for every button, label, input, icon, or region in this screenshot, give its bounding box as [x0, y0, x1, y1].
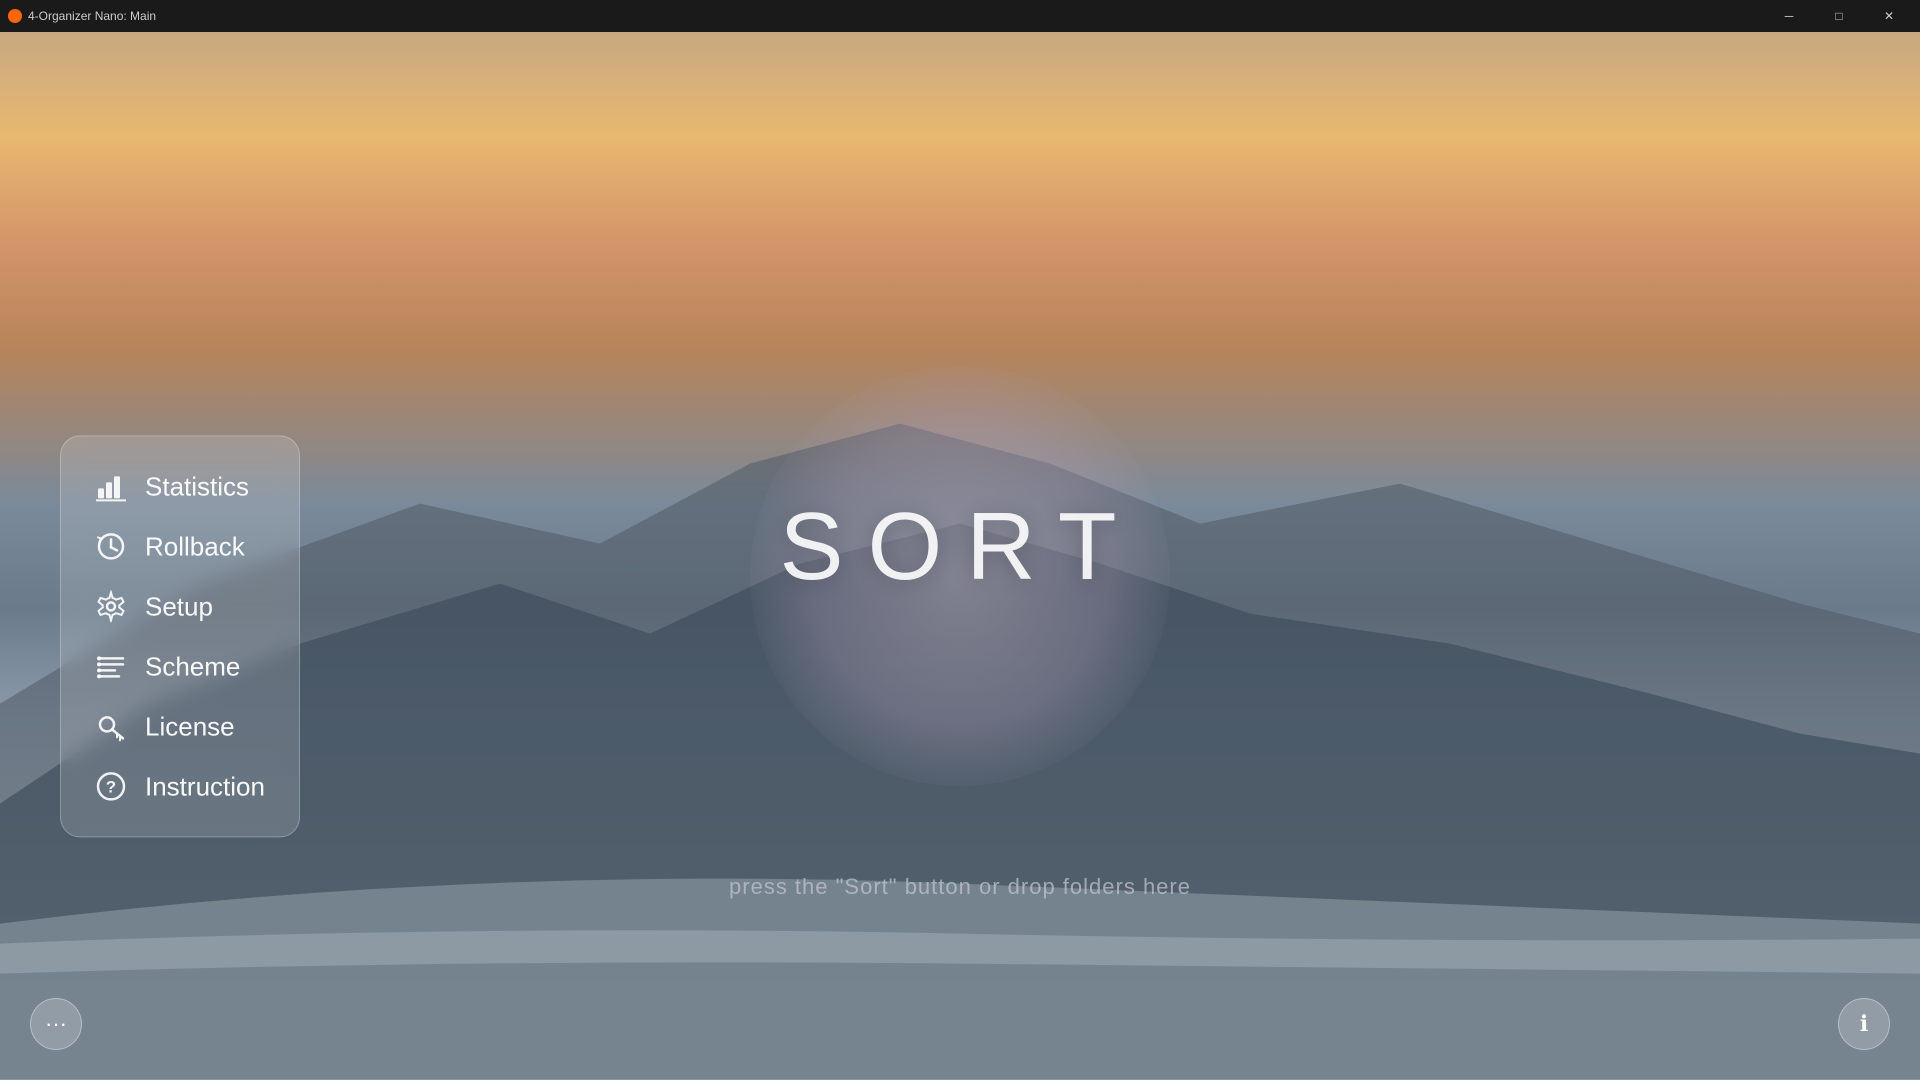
background: SORT press the "Sort" button or drop fol… [0, 32, 1920, 1080]
license-label: License [145, 711, 235, 742]
menu-panel: Statistics Rollback [60, 435, 300, 837]
sidebar-item-rollback[interactable]: Rollback [85, 516, 275, 576]
close-button[interactable]: ✕ [1866, 0, 1912, 32]
instruction-label: Instruction [145, 771, 265, 802]
titlebar-title: 4-Organizer Nano: Main [8, 9, 156, 23]
hint-text: press the "Sort" button or drop folders … [729, 874, 1191, 900]
sidebar-item-setup[interactable]: Setup [85, 576, 275, 636]
rollback-label: Rollback [145, 531, 245, 562]
list-icon [93, 648, 129, 684]
sort-label[interactable]: SORT [780, 492, 1141, 602]
titlebar-title-text: 4-Organizer Nano: Main [28, 9, 156, 23]
sidebar-item-license[interactable]: License [85, 696, 275, 756]
sidebar-item-instruction[interactable]: ? Instruction [85, 756, 275, 816]
info-button[interactable]: ℹ [1838, 998, 1890, 1050]
key-icon [93, 708, 129, 744]
scheme-label: Scheme [145, 651, 240, 682]
restore-button[interactable]: □ [1816, 0, 1862, 32]
clock-icon [93, 528, 129, 564]
info-icon: ℹ [1860, 1011, 1868, 1037]
more-button[interactable]: ··· [30, 998, 82, 1050]
app-icon [8, 9, 22, 23]
more-icon: ··· [45, 1011, 67, 1037]
help-icon: ? [93, 768, 129, 804]
bar-chart-icon [93, 468, 129, 504]
gear-icon [93, 588, 129, 624]
setup-label: Setup [145, 591, 213, 622]
minimize-button[interactable]: ─ [1766, 0, 1812, 32]
svg-text:?: ? [106, 777, 116, 796]
titlebar-controls: ─ □ ✕ [1766, 0, 1912, 32]
titlebar: 4-Organizer Nano: Main ─ □ ✕ [0, 0, 1920, 32]
sidebar-item-scheme[interactable]: Scheme [85, 636, 275, 696]
statistics-label: Statistics [145, 471, 249, 502]
sidebar-item-statistics[interactable]: Statistics [85, 456, 275, 516]
